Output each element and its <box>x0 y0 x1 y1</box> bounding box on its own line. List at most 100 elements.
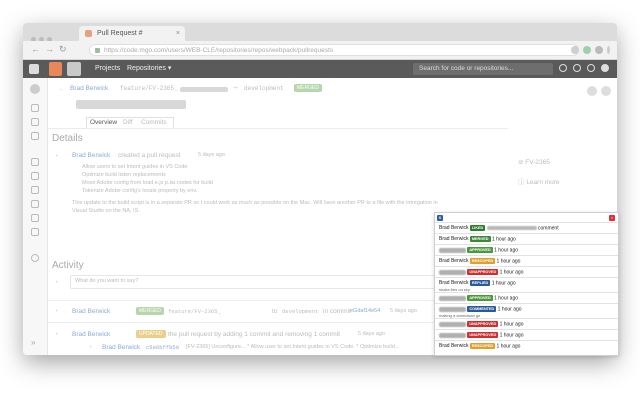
favicon-icon <box>85 30 92 37</box>
notification-line: Brad Berwick RESCOPED 1 hour ago <box>439 258 520 264</box>
notification-author: Brad Berwick <box>439 225 469 232</box>
graph-icon[interactable] <box>31 200 39 208</box>
notification-author: Brad Berwick <box>439 280 469 287</box>
tab-commits[interactable]: Commits <box>141 119 167 126</box>
issue-link[interactable]: ⊘ FV-2365 <box>518 158 550 166</box>
notification-row[interactable]: UNAPPROVED 1 hour ago <box>435 329 618 340</box>
notification-row[interactable]: UNAPPROVED 1 hour ago <box>435 318 618 329</box>
notifications-popup: B × Brad Berwick LIKED comment Brad Berwi… <box>434 212 619 356</box>
arrow-icon: → <box>232 84 239 91</box>
notification-time: 1 hour ago <box>499 269 524 276</box>
profile-icon[interactable] <box>595 46 603 54</box>
blurred-branch <box>180 87 228 92</box>
status-badge: LIKED <box>469 225 486 231</box>
list-item: Allow users to set Intent guides in VS C… <box>82 164 188 170</box>
learn-more-link[interactable]: ⓘ Learn more <box>518 176 560 186</box>
bookmark-icon[interactable] <box>571 46 579 54</box>
updated-badge: UPDATED <box>136 330 166 338</box>
list-item: Optimize build listen replacements <box>82 172 166 178</box>
avatar: ◔ <box>88 344 92 351</box>
pull-requests-icon[interactable] <box>31 132 39 140</box>
notification-row[interactable]: COMMENTED 1 hour ago making a ammoisan ge <box>435 303 618 318</box>
settings-icon[interactable] <box>31 254 39 262</box>
notification-row[interactable]: UNAPPROVED 1 hour ago <box>435 266 618 277</box>
notification-line: COMMENTED 1 hour ago <box>439 306 522 312</box>
back-arrow-icon[interactable]: ← <box>58 86 65 93</box>
nav-projects[interactable]: Projects <box>95 63 120 75</box>
notification-row[interactable]: APPROVED 1 hour ago <box>435 292 618 303</box>
commits-icon[interactable] <box>31 172 39 180</box>
description-note: This update to the build script is in a … <box>72 200 438 214</box>
notification-row[interactable]: Brad Berwick RESCOPED 1 hour ago <box>435 255 618 266</box>
avatar[interactable] <box>601 64 609 72</box>
search-input[interactable]: Search for code or repositories... <box>413 63 553 75</box>
notification-line: APPROVED 1 hour ago <box>439 295 518 301</box>
commit-author[interactable]: Brad Berwick <box>102 344 140 351</box>
branch-icon[interactable] <box>31 186 39 194</box>
expand-icon[interactable]: » <box>31 338 35 347</box>
created-ago: 5 days ago <box>198 152 225 158</box>
menu-icon[interactable] <box>607 46 610 54</box>
notification-row[interactable]: Brad Berwick REPLIED 1 hour ago shake-fie… <box>435 277 618 292</box>
comment-input[interactable]: What do you want to say? <box>70 275 452 289</box>
comment-placeholder: What do you want to say? <box>75 278 139 284</box>
notification-line: Brad Berwick LIKED comment <box>439 225 559 231</box>
reload-icon[interactable]: ↻ <box>59 44 67 55</box>
menu-icon[interactable] <box>29 64 39 74</box>
blurred-author <box>439 295 466 301</box>
help-icon[interactable] <box>559 64 567 72</box>
reviewer-avatar[interactable] <box>587 86 597 96</box>
activity-target-branch: development <box>282 308 319 315</box>
notification-row[interactable]: Brad Berwick LIKED comment <box>435 222 618 233</box>
notification-time: 1 hour ago <box>497 306 522 313</box>
activity-commit-hash[interactable]: eGdaf14e54 <box>350 308 380 314</box>
extension-icon[interactable] <box>583 46 591 54</box>
reviewer-avatar[interactable] <box>601 86 611 96</box>
close-icon[interactable]: × <box>609 215 615 221</box>
notification-row[interactable]: Brad Berwick MERGED 1 hour ago <box>435 233 618 244</box>
browser-tab[interactable]: Pull Request # × <box>79 26 185 41</box>
source-icon[interactable] <box>31 104 39 112</box>
notification-author: Brad Berwick <box>439 236 469 243</box>
updated-author[interactable]: Brad Berwick <box>72 331 110 338</box>
source-branch: feature/FV-2365_ <box>120 85 178 92</box>
notification-time: 1 hour ago <box>494 295 519 302</box>
commit-hash[interactable]: c5e6bffb50 <box>146 344 179 351</box>
notification-row[interactable]: APPROVED 1 hour ago <box>435 244 618 255</box>
close-tab-icon[interactable]: × <box>176 26 180 41</box>
notifications-icon[interactable] <box>587 64 595 72</box>
blurred-author <box>439 321 466 327</box>
status-badge: APPROVED <box>467 247 493 253</box>
notification-time: 1 hour ago <box>496 343 521 350</box>
branches-icon[interactable] <box>31 118 39 126</box>
code-icon[interactable] <box>31 158 39 166</box>
pr-author[interactable]: Brad Berwick <box>70 85 108 92</box>
pr-icon[interactable] <box>31 214 39 222</box>
tag-icon[interactable] <box>31 228 39 236</box>
blurred-author <box>439 306 466 312</box>
target-branch: development <box>244 85 284 92</box>
tab-diff[interactable]: Diff <box>123 119 133 126</box>
lock-icon <box>95 48 100 53</box>
commit-message: [FV-2365] Unconfigure... * Allow user to… <box>186 344 400 350</box>
settings-icon[interactable] <box>573 64 581 72</box>
notification-time: 1 hour ago <box>494 247 519 254</box>
notification-time: 1 hour ago <box>491 280 516 287</box>
address-bar[interactable]: https://code.mgo.com/users/WEB-CLE/repos… <box>89 44 579 56</box>
back-icon[interactable]: ← <box>31 44 40 54</box>
tab-overview[interactable]: Overview <box>90 119 117 126</box>
repo-avatar[interactable] <box>30 84 40 94</box>
notification-row[interactable]: Brad Berwick RESCOPED 1 hour ago <box>435 340 618 351</box>
app-header: Projects Repositories ▾ Search for code … <box>23 60 617 78</box>
author-link[interactable]: Brad Berwick <box>72 152 110 159</box>
app-logo[interactable] <box>49 62 62 76</box>
blurred-author <box>439 332 466 338</box>
nav-repositories[interactable]: Repositories ▾ <box>127 63 171 75</box>
activity-author[interactable]: Brad Berwick <box>72 308 110 315</box>
details-heading: Details <box>52 133 83 144</box>
forward-icon[interactable]: → <box>45 44 54 54</box>
notification-line: UNAPPROVED 1 hour ago <box>439 321 524 327</box>
status-badge: APPROVED <box>467 295 493 301</box>
activity-ago: 5 days ago <box>390 308 417 314</box>
notification-line: UNAPPROVED 1 hour ago <box>439 332 524 338</box>
